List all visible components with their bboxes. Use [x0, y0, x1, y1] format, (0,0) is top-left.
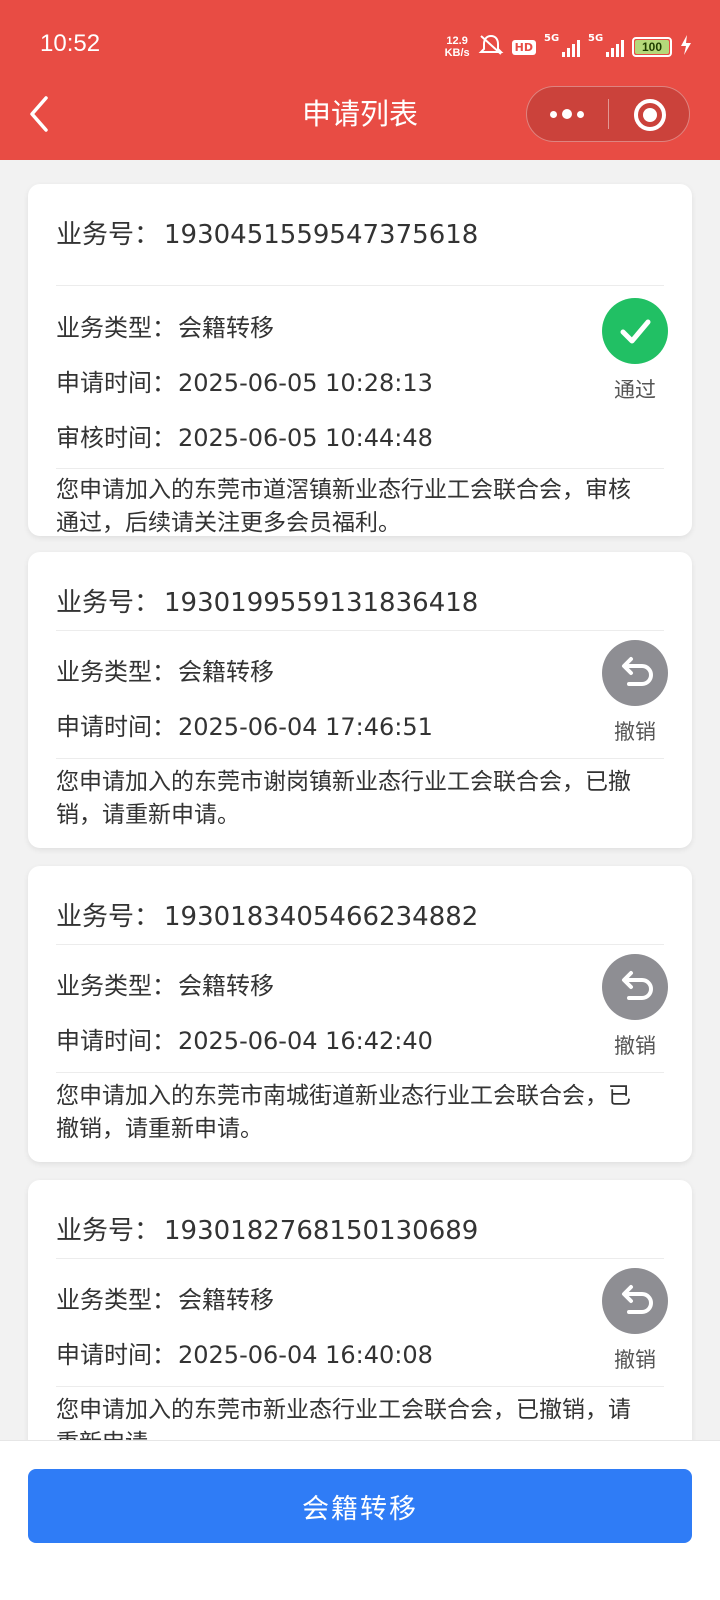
apply-time-row: 申请时间：2025-06-04 16:42:40 — [56, 1027, 433, 1055]
status-badge: 通过 — [590, 298, 680, 404]
divider — [56, 630, 664, 631]
divider — [56, 285, 664, 286]
application-list[interactable]: 业务号： 1930451559547375618 业务类型：会籍转移 申请时间：2… — [0, 160, 720, 1440]
status-badge: 撤销 — [590, 1268, 680, 1374]
check-icon — [602, 298, 668, 364]
application-card[interactable]: 业务号： 1930182768150130689 业务类型：会籍转移 申请时间：2… — [28, 1180, 692, 1440]
divider — [56, 1386, 664, 1387]
clock: 10:52 — [40, 30, 101, 57]
battery-icon: 100 — [632, 37, 672, 57]
status-label: 撤销 — [614, 720, 656, 744]
application-card[interactable]: 业务号： 1930199559131836418 业务类型：会籍转移 申请时间：2… — [28, 552, 692, 848]
apply-time-row: 申请时间：2025-06-04 16:40:08 — [56, 1341, 433, 1369]
miniapp-capsule — [526, 86, 690, 142]
divider — [56, 468, 664, 469]
status-icons: 12.9 KB/s HD 5G 5G 100 — [445, 32, 692, 62]
status-label: 撤销 — [614, 1348, 656, 1372]
close-miniapp-button[interactable] — [634, 99, 666, 131]
status-message: 您申请加入的东莞市道滘镇新业态行业工会联合会，审核通过，后续请关注更多会员福利。 — [56, 477, 631, 536]
apply-time-row: 申请时间：2025-06-04 17:46:51 — [56, 713, 433, 741]
more-dots-icon — [550, 110, 557, 118]
undo-icon — [602, 954, 668, 1020]
signal-icon-2: 5G — [588, 33, 624, 57]
biz-type-row: 业务类型：会籍转移 — [56, 972, 274, 1000]
biz-type-row: 业务类型：会籍转移 — [56, 1286, 274, 1314]
divider — [56, 1072, 664, 1073]
hd-voice-icon: HD — [511, 39, 536, 55]
status-bar: 10:52 12.9 KB/s HD 5G 5G 100 — [0, 0, 720, 92]
undo-icon — [602, 640, 668, 706]
net-speed: 12.9 KB/s — [444, 35, 470, 59]
biz-number: 业务号： 1930451559547375618 — [56, 220, 479, 250]
status-badge: 撤销 — [590, 640, 680, 746]
membership-transfer-button[interactable]: 会籍转移 — [28, 1469, 692, 1543]
divider — [56, 944, 664, 945]
status-label: 撤销 — [614, 1034, 656, 1058]
divider — [56, 1258, 664, 1259]
status-badge: 撤销 — [590, 954, 680, 1060]
biz-number: 业务号： 1930182768150130689 — [56, 1216, 479, 1246]
application-card[interactable]: 业务号： 1930451559547375618 业务类型：会籍转移 申请时间：2… — [28, 184, 692, 536]
review-time-row: 审核时间：2025-06-05 10:44:48 — [56, 424, 433, 452]
biz-number: 业务号： 1930183405466234882 — [56, 902, 479, 932]
status-label: 通过 — [614, 378, 656, 402]
more-button[interactable] — [527, 87, 607, 141]
application-card[interactable]: 业务号： 1930183405466234882 业务类型：会籍转移 申请时间：2… — [28, 866, 692, 1162]
status-message: 您申请加入的东莞市新业态行业工会联合会，已撤销，请重新申请。 — [56, 1397, 631, 1440]
app-header: 10:52 12.9 KB/s HD 5G 5G 100 申请列表 — [0, 0, 720, 160]
signal-icon: 5G — [544, 33, 580, 57]
divider — [56, 758, 664, 759]
status-message: 您申请加入的东莞市谢岗镇新业态行业工会联合会，已撤销，请重新申请。 — [56, 769, 631, 828]
biz-number: 业务号： 1930199559131836418 — [56, 588, 479, 618]
status-message: 您申请加入的东莞市南城街道新业态行业工会联合会，已撤销，请重新申请。 — [56, 1083, 631, 1142]
charging-icon — [680, 35, 692, 59]
biz-type-row: 业务类型：会籍转移 — [56, 658, 274, 686]
apply-time-row: 申请时间：2025-06-05 10:28:13 — [56, 369, 433, 397]
capsule-divider — [608, 99, 609, 129]
bottom-bar: 会籍转移 — [0, 1440, 720, 1600]
biz-type-row: 业务类型：会籍转移 — [56, 314, 274, 342]
undo-icon — [602, 1268, 668, 1334]
mute-icon — [478, 33, 504, 61]
